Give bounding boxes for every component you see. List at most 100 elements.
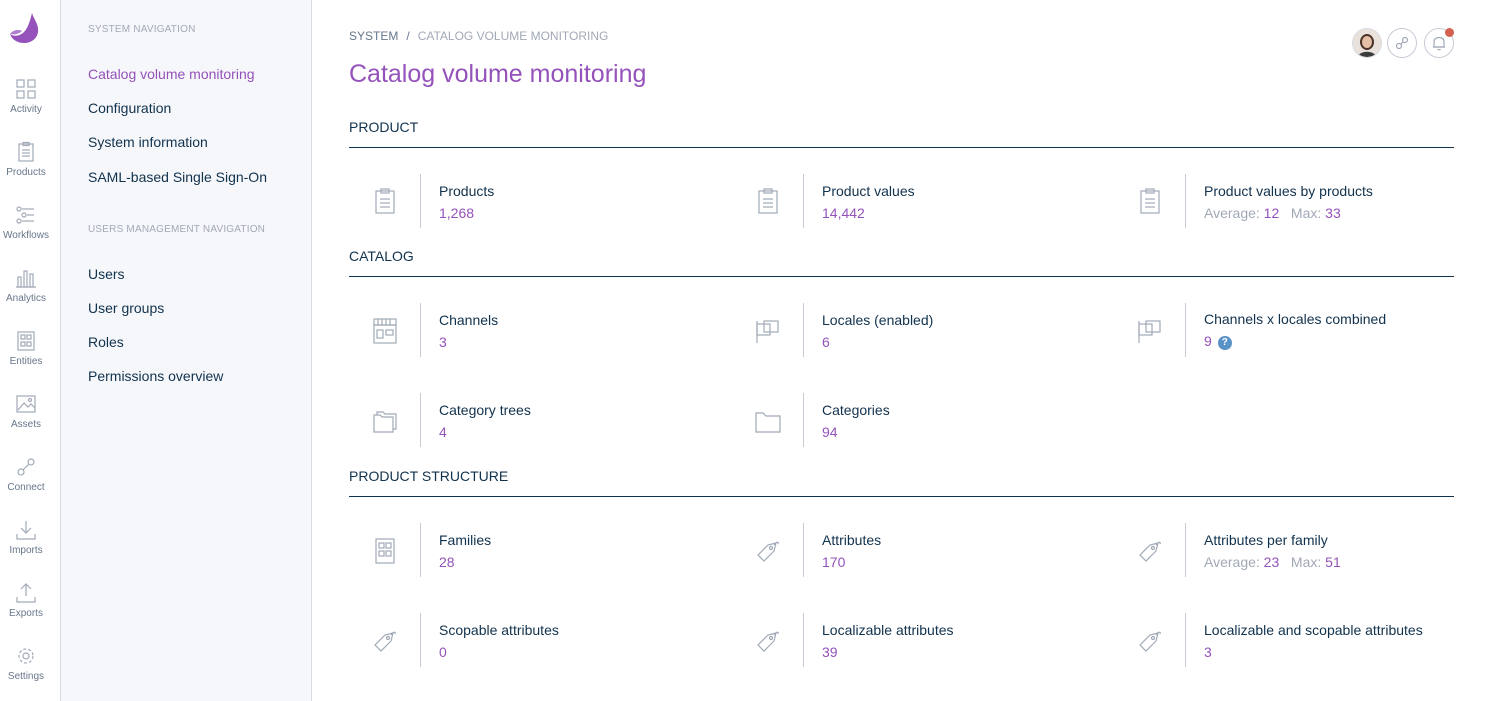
clipboard-icon	[1132, 186, 1168, 218]
metric-value: 9?	[1204, 333, 1232, 350]
nav-entities-label: Entities	[9, 356, 43, 367]
nav-analytics[interactable]: Analytics	[0, 267, 52, 304]
metric-attributes: Attributes 170	[732, 523, 1102, 579]
metric-value: 3	[1204, 644, 1212, 660]
subnav-users[interactable]: Users	[88, 266, 125, 282]
exports-icon	[16, 583, 36, 603]
tag-icon	[750, 625, 786, 657]
nav-imports-label: Imports	[9, 545, 43, 556]
metric-scopable-attributes: Scopable attributes 0	[349, 613, 719, 669]
subnav-saml-sso[interactable]: SAML-based Single Sign-On	[88, 169, 267, 185]
main-content: SYSTEM / CATALOG VOLUME MONITORING Catalog…	[349, 0, 1454, 701]
clipboard-icon	[367, 186, 403, 218]
metric-divider	[803, 174, 804, 228]
max-label: Max:	[1290, 554, 1322, 570]
tag-icon	[1132, 625, 1168, 657]
users-navigation-title: USERS MANAGEMENT NAVIGATION	[88, 224, 266, 235]
nav-assets-label: Assets	[10, 419, 41, 430]
metric-product-values: Product values 14,442	[732, 174, 1102, 230]
header-actions	[1344, 28, 1454, 58]
nav-analytics-label: Analytics	[5, 293, 46, 304]
breadcrumb: SYSTEM / CATALOG VOLUME MONITORING	[349, 29, 608, 43]
metric-label: Attributes per family	[1204, 532, 1328, 548]
average-value: 12	[1263, 205, 1280, 221]
nav-products[interactable]: Products	[0, 141, 52, 178]
help-tooltip-icon[interactable]: ?	[1217, 336, 1232, 350]
metric-channels-x-locales: Channels x locales combined 9?	[1114, 303, 1484, 359]
metric-families: Families 28	[349, 523, 719, 579]
metric-value: 1,268	[439, 205, 475, 221]
breadcrumb-separator: /	[406, 29, 410, 43]
metric-value: 94	[822, 424, 838, 440]
nav-entities[interactable]: Entities	[0, 330, 52, 367]
akeneo-logo[interactable]	[10, 12, 40, 44]
notifications-button[interactable]	[1424, 28, 1454, 58]
settings-icon	[18, 648, 34, 664]
nav-assets[interactable]: Assets	[0, 393, 52, 430]
metric-value-number: 9	[1204, 333, 1212, 349]
nav-connect[interactable]: Connect	[0, 456, 52, 493]
metric-value: 39	[822, 644, 838, 660]
metric-divider	[803, 303, 804, 357]
flags-icon	[750, 315, 786, 347]
metric-divider	[420, 303, 421, 357]
subnav-roles[interactable]: Roles	[88, 334, 124, 350]
family-icon	[367, 535, 403, 567]
user-avatar[interactable]	[1352, 28, 1382, 58]
entities-icon	[17, 331, 35, 351]
assets-icon	[16, 395, 36, 413]
metric-value: 3	[439, 334, 447, 350]
link-icon	[1395, 36, 1409, 50]
max-label: Max:	[1290, 205, 1322, 221]
metric-label: Families	[439, 532, 492, 548]
nav-workflows[interactable]: Workflows	[0, 204, 52, 241]
nav-exports[interactable]: Exports	[0, 582, 52, 619]
folder-icon	[750, 405, 786, 437]
nav-connect-label: Connect	[7, 482, 45, 493]
max-value: 33	[1325, 205, 1341, 221]
metric-category-trees: Category trees 4	[349, 393, 719, 449]
tag-icon	[750, 535, 786, 567]
subnav-catalog-volume-monitoring[interactable]: Catalog volume monitoring	[88, 66, 255, 82]
metric-localizable-scopable-attributes: Localizable and scopable attributes 3	[1114, 613, 1484, 669]
metric-attributes-per-family: Attributes per family Average: 23 Max: 5…	[1114, 523, 1484, 579]
metric-value: 170	[822, 554, 846, 570]
metric-divider	[420, 613, 421, 667]
tag-icon	[1132, 535, 1168, 567]
metric-channels: Channels 3	[349, 303, 719, 359]
section-product-title: PRODUCT	[349, 119, 1454, 148]
metric-divider	[1185, 303, 1186, 357]
metric-products: Products 1,268	[349, 174, 719, 230]
metric-divider	[1185, 174, 1186, 228]
nav-products-label: Products	[6, 167, 46, 178]
nav-activity[interactable]: Activity	[0, 78, 52, 115]
metric-label: Attributes	[822, 532, 882, 548]
metric-label: Localizable attributes	[822, 622, 954, 638]
subnav-configuration[interactable]: Configuration	[88, 100, 171, 116]
metric-label: Category trees	[439, 402, 531, 418]
flags-icon	[1132, 315, 1168, 347]
breadcrumb-system[interactable]: SYSTEM	[349, 29, 398, 43]
metric-label: Products	[439, 183, 495, 199]
metric-value: Average: 12 Max: 33	[1204, 205, 1341, 221]
metric-divider	[803, 613, 804, 667]
workflows-icon	[16, 206, 34, 224]
metric-product-values-by-products: Product values by products Average: 12 M…	[1114, 174, 1484, 230]
page-title: Catalog volume monitoring	[349, 60, 647, 88]
nav-imports[interactable]: Imports	[0, 519, 52, 556]
metric-value: 0	[439, 644, 447, 660]
metric-label: Product values	[822, 183, 915, 199]
section-product-structure-title: PRODUCT STRUCTURE	[349, 468, 1454, 497]
max-value: 51	[1325, 554, 1341, 570]
main-navigation-rail: Activity Products Workflows Analytics En…	[0, 0, 61, 701]
subnav-permissions-overview[interactable]: Permissions overview	[88, 368, 223, 384]
help-center-button[interactable]	[1387, 28, 1417, 58]
nav-settings[interactable]: Settings	[0, 645, 52, 682]
subnav-system-information[interactable]: System information	[88, 134, 208, 150]
system-subnavigation: SYSTEM NAVIGATION Catalog volume monitor…	[61, 0, 312, 701]
average-label: Average:	[1204, 205, 1260, 221]
metric-value: 14,442	[822, 205, 865, 221]
products-icon	[18, 141, 34, 162]
subnav-user-groups[interactable]: User groups	[88, 300, 164, 316]
tag-icon	[367, 625, 403, 657]
